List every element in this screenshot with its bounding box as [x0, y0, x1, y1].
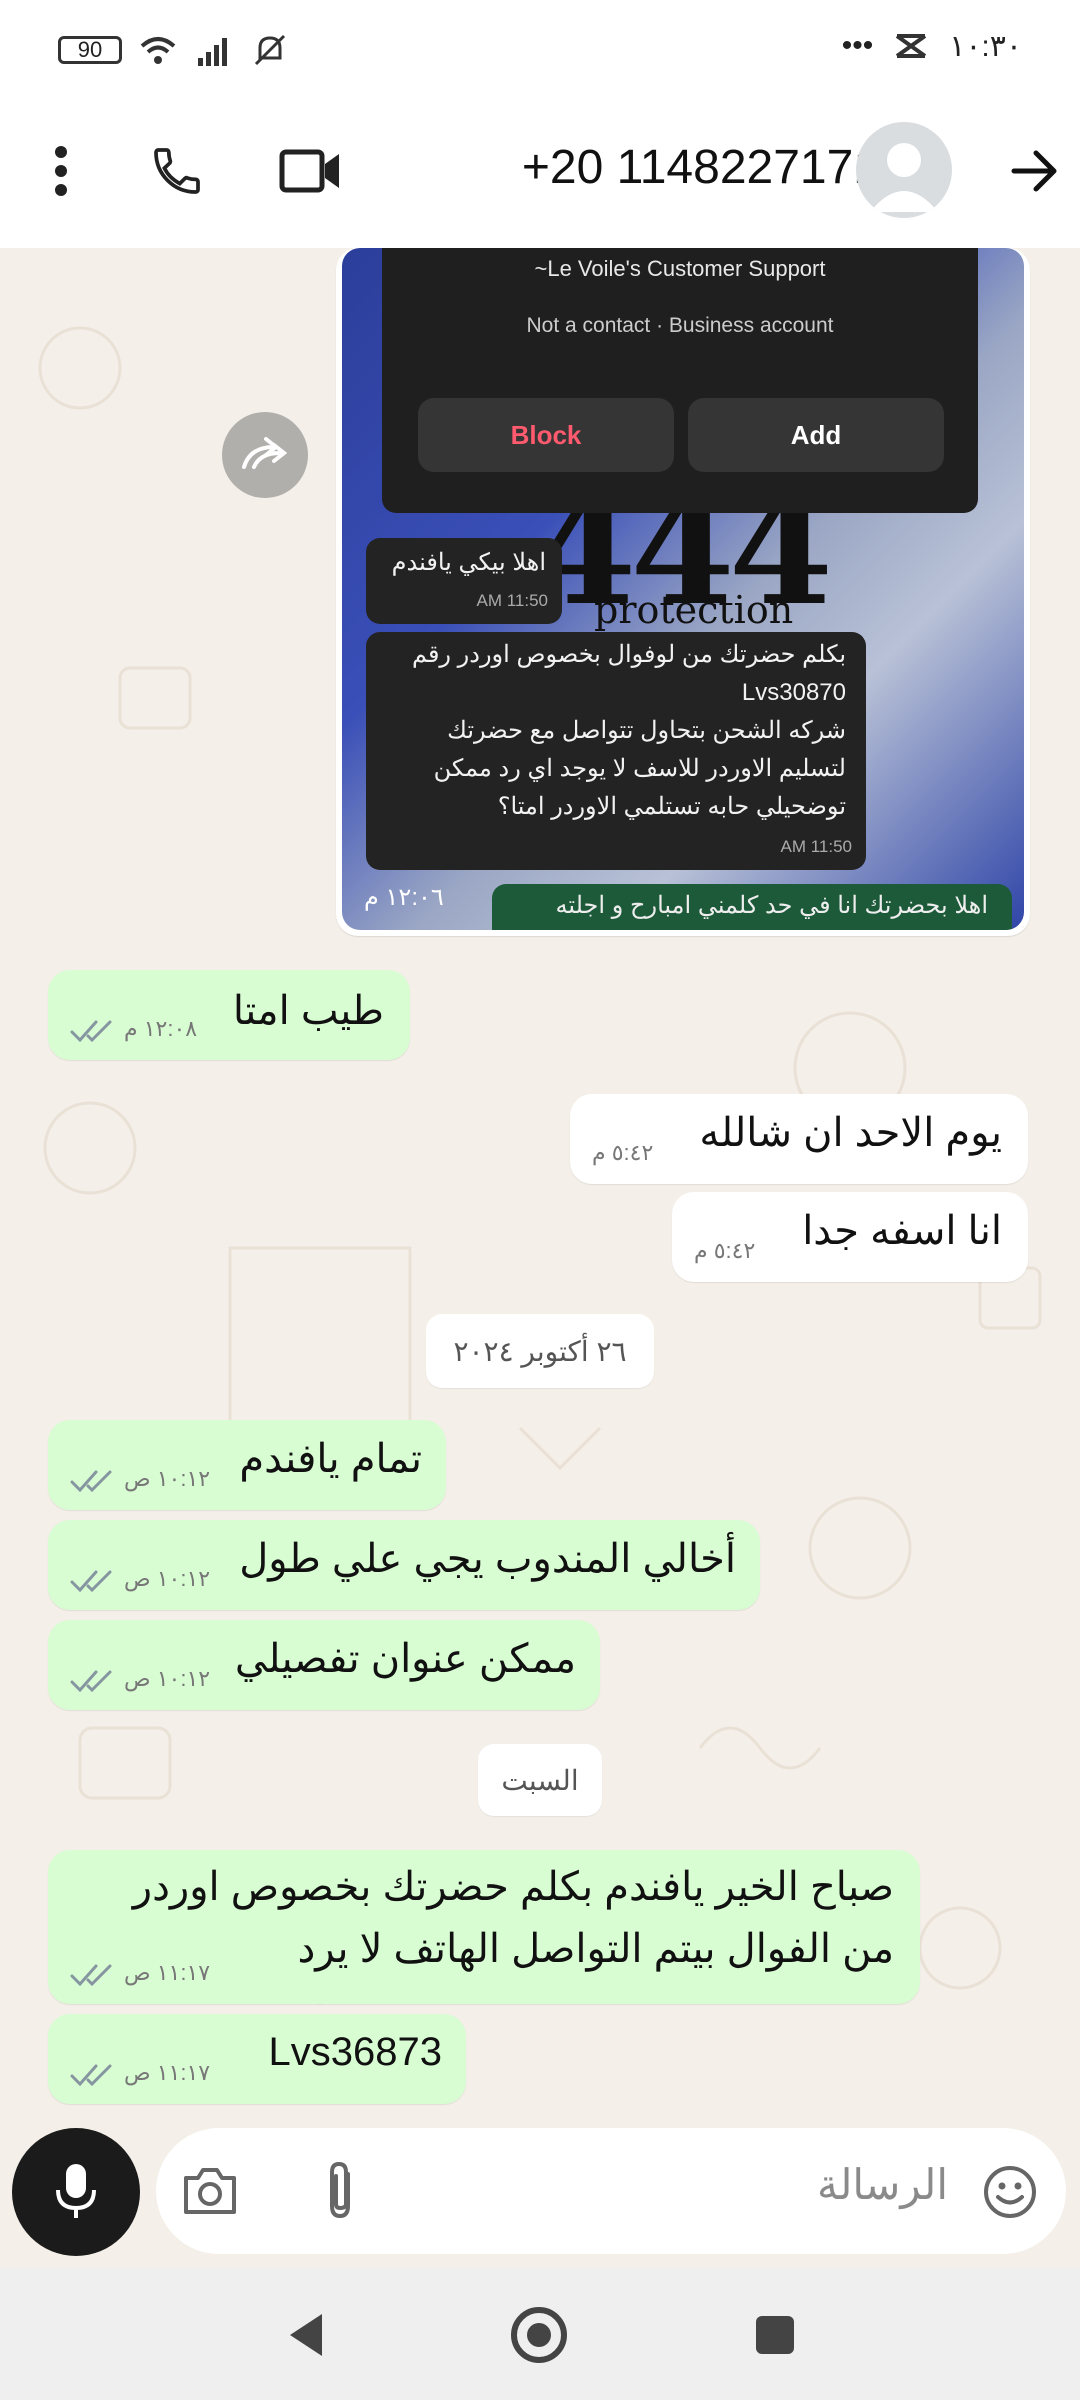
message-time: ١٠:١٢ ص — [124, 1566, 211, 1591]
image-chat-line: لتسليم الاوردر للاسف لا يوجد اي رد ممكن — [433, 755, 846, 782]
message-text-line: صباح الخير يافندم بكلم حضرتك بخصوص اوردر — [132, 1865, 894, 1909]
message-text: يوم الاحد ان شالله — [699, 1111, 1002, 1155]
outgoing-message[interactable]: Lvs36873 ١١:١٧ ص — [48, 2014, 466, 2104]
image-sub-text: protection — [594, 588, 794, 632]
message-time: ٥:٤٢ م — [694, 1238, 756, 1263]
message-text: Lvs36873 — [268, 2030, 442, 2074]
voice-call-button[interactable] — [142, 136, 212, 206]
signal-icon — [198, 38, 227, 66]
nav-back-icon[interactable] — [284, 2310, 326, 2360]
battery-level: 90 — [77, 37, 103, 62]
outgoing-message[interactable]: ممكن عنوان تفصيلي ١٠:١٢ ص — [48, 1620, 600, 1710]
outgoing-message[interactable]: أخالي المندوب يجي علي طول ١٠:١٢ ص — [48, 1520, 760, 1610]
mic-icon — [56, 2164, 96, 2218]
message-time: ١١:١٧ ص — [124, 1960, 211, 1985]
image-bottom-strip: اهلا بحضرتك انا في حد كلمني امبارح و اجل… — [492, 884, 1012, 930]
outgoing-message[interactable]: تمام يافندم ١٠:١٢ ص — [48, 1420, 446, 1510]
image-chat-bubble: اهلا بيكي يافندم 11:50 AM — [366, 538, 562, 624]
image-chat-line: شركه الشحن بتحاول تتواصل مع حضرتك — [447, 717, 846, 744]
forward-icon — [242, 437, 288, 469]
message-time: ١٠:١٢ ص — [124, 1466, 211, 1491]
message-text: تمام يافندم — [239, 1437, 422, 1481]
chat-area[interactable]: 444 protection ~Le Voile's Customer Supp… — [0, 248, 1080, 2128]
message-text-line: من الفوال بيتم التواصل الهاتف لا يرد — [297, 1927, 894, 1971]
nav-home-icon[interactable] — [510, 2306, 568, 2364]
chat-header: +20 1148227171 — [0, 100, 1080, 249]
date-separator: السبت — [478, 1744, 602, 1816]
block-button: Block — [418, 398, 674, 472]
composer: الرسالة — [0, 2128, 1080, 2268]
shared-screenshot[interactable]: 444 protection ~Le Voile's Customer Supp… — [342, 248, 1024, 930]
popup-title: ~Le Voile's Customer Support — [534, 256, 826, 281]
more-vert-icon — [55, 146, 67, 196]
read-receipt-icon — [70, 2064, 112, 2086]
read-receipt-icon — [70, 1570, 112, 1592]
image-message[interactable]: 444 protection ~Le Voile's Customer Supp… — [336, 248, 1030, 936]
contact-name[interactable]: +20 1148227171 — [522, 140, 880, 195]
incoming-message[interactable]: انا اسفه جدا ٥:٤٢ م — [672, 1192, 1028, 1282]
message-input[interactable]: الرسالة — [156, 2128, 1066, 2254]
wifi-icon — [140, 37, 176, 64]
more-notifications: ••• — [841, 29, 874, 62]
message-time: ١١:١٧ ص — [124, 2060, 211, 2085]
message-time: ٥:٤٢ م — [592, 1140, 654, 1165]
default-avatar-icon — [870, 143, 938, 212]
date-separator: ٢٦ أكتوبر ٢٠٢٤ — [426, 1314, 654, 1388]
image-chat-text: اهلا بيكي يافندم — [391, 549, 546, 576]
contact-popup: ~Le Voile's Customer Support Not a conta… — [382, 248, 978, 513]
message-time: ١٠:١٢ ص — [124, 1666, 211, 1691]
read-receipt-icon — [70, 1670, 112, 1692]
voice-record-button[interactable] — [12, 2128, 140, 2256]
read-receipt-icon — [70, 1964, 112, 1986]
nav-recents-icon[interactable] — [754, 2314, 796, 2356]
video-icon — [279, 149, 339, 193]
status-time: ١٠:٣٠ — [949, 29, 1022, 63]
outgoing-message[interactable]: صباح الخير يافندم بكلم حضرتك بخصوص اوردر… — [48, 1850, 920, 2004]
image-chat-bubble: بكلم حضرتك من لوفوال بخصوص اوردر رقم Lvs… — [366, 632, 866, 870]
message-text: ممكن عنوان تفصيلي — [234, 1637, 576, 1681]
message-time: ١٢:٠٦ م — [364, 884, 444, 911]
message-time: ١٢:٠٨ م — [124, 1016, 198, 1041]
add-button: Add — [688, 398, 944, 472]
image-chat-line: بكلم حضرتك من لوفوال بخصوص اوردر رقم — [411, 641, 846, 668]
battery-icon: 90 — [58, 36, 122, 64]
phone-icon — [154, 148, 200, 194]
back-arrow-icon — [1011, 150, 1057, 192]
image-chat-line: Lvs30870 — [741, 679, 846, 706]
app-notification-icon — [896, 34, 927, 58]
avatar[interactable] — [856, 122, 952, 218]
attach-icon[interactable] — [322, 2160, 358, 2222]
incoming-message[interactable]: يوم الاحد ان شالله ٥:٤٢ م — [570, 1094, 1028, 1184]
image-chat-time: 11:50 AM — [476, 591, 548, 610]
more-options-button[interactable] — [26, 136, 96, 206]
system-nav-bar — [0, 2268, 1080, 2400]
outgoing-message[interactable]: طيب امتا ١٢:٠٨ م — [48, 970, 410, 1060]
back-button[interactable] — [1000, 136, 1070, 206]
message-text: أخالي المندوب يجي علي طول — [239, 1537, 736, 1581]
read-receipt-icon — [70, 1020, 112, 1042]
message-placeholder: الرسالة — [817, 2161, 948, 2208]
emoji-icon[interactable] — [982, 2164, 1038, 2220]
video-call-button[interactable] — [276, 136, 346, 206]
message-text: طيب امتا — [232, 989, 384, 1033]
popup-subtitle: Not a contact · Business account — [526, 314, 834, 337]
mute-icon — [254, 34, 286, 66]
image-chat-time: 11:50 AM — [780, 837, 852, 856]
forward-button[interactable] — [222, 412, 308, 498]
camera-icon[interactable] — [182, 2166, 238, 2216]
message-text: انا اسفه جدا — [802, 1209, 1002, 1253]
read-receipt-icon — [70, 1470, 112, 1492]
image-chat-line: توضحيلي حابه تستلمي الاوردر امتا؟ — [497, 793, 846, 820]
status-bar: 90 ••• ١٠:٣٠ — [0, 0, 1080, 100]
